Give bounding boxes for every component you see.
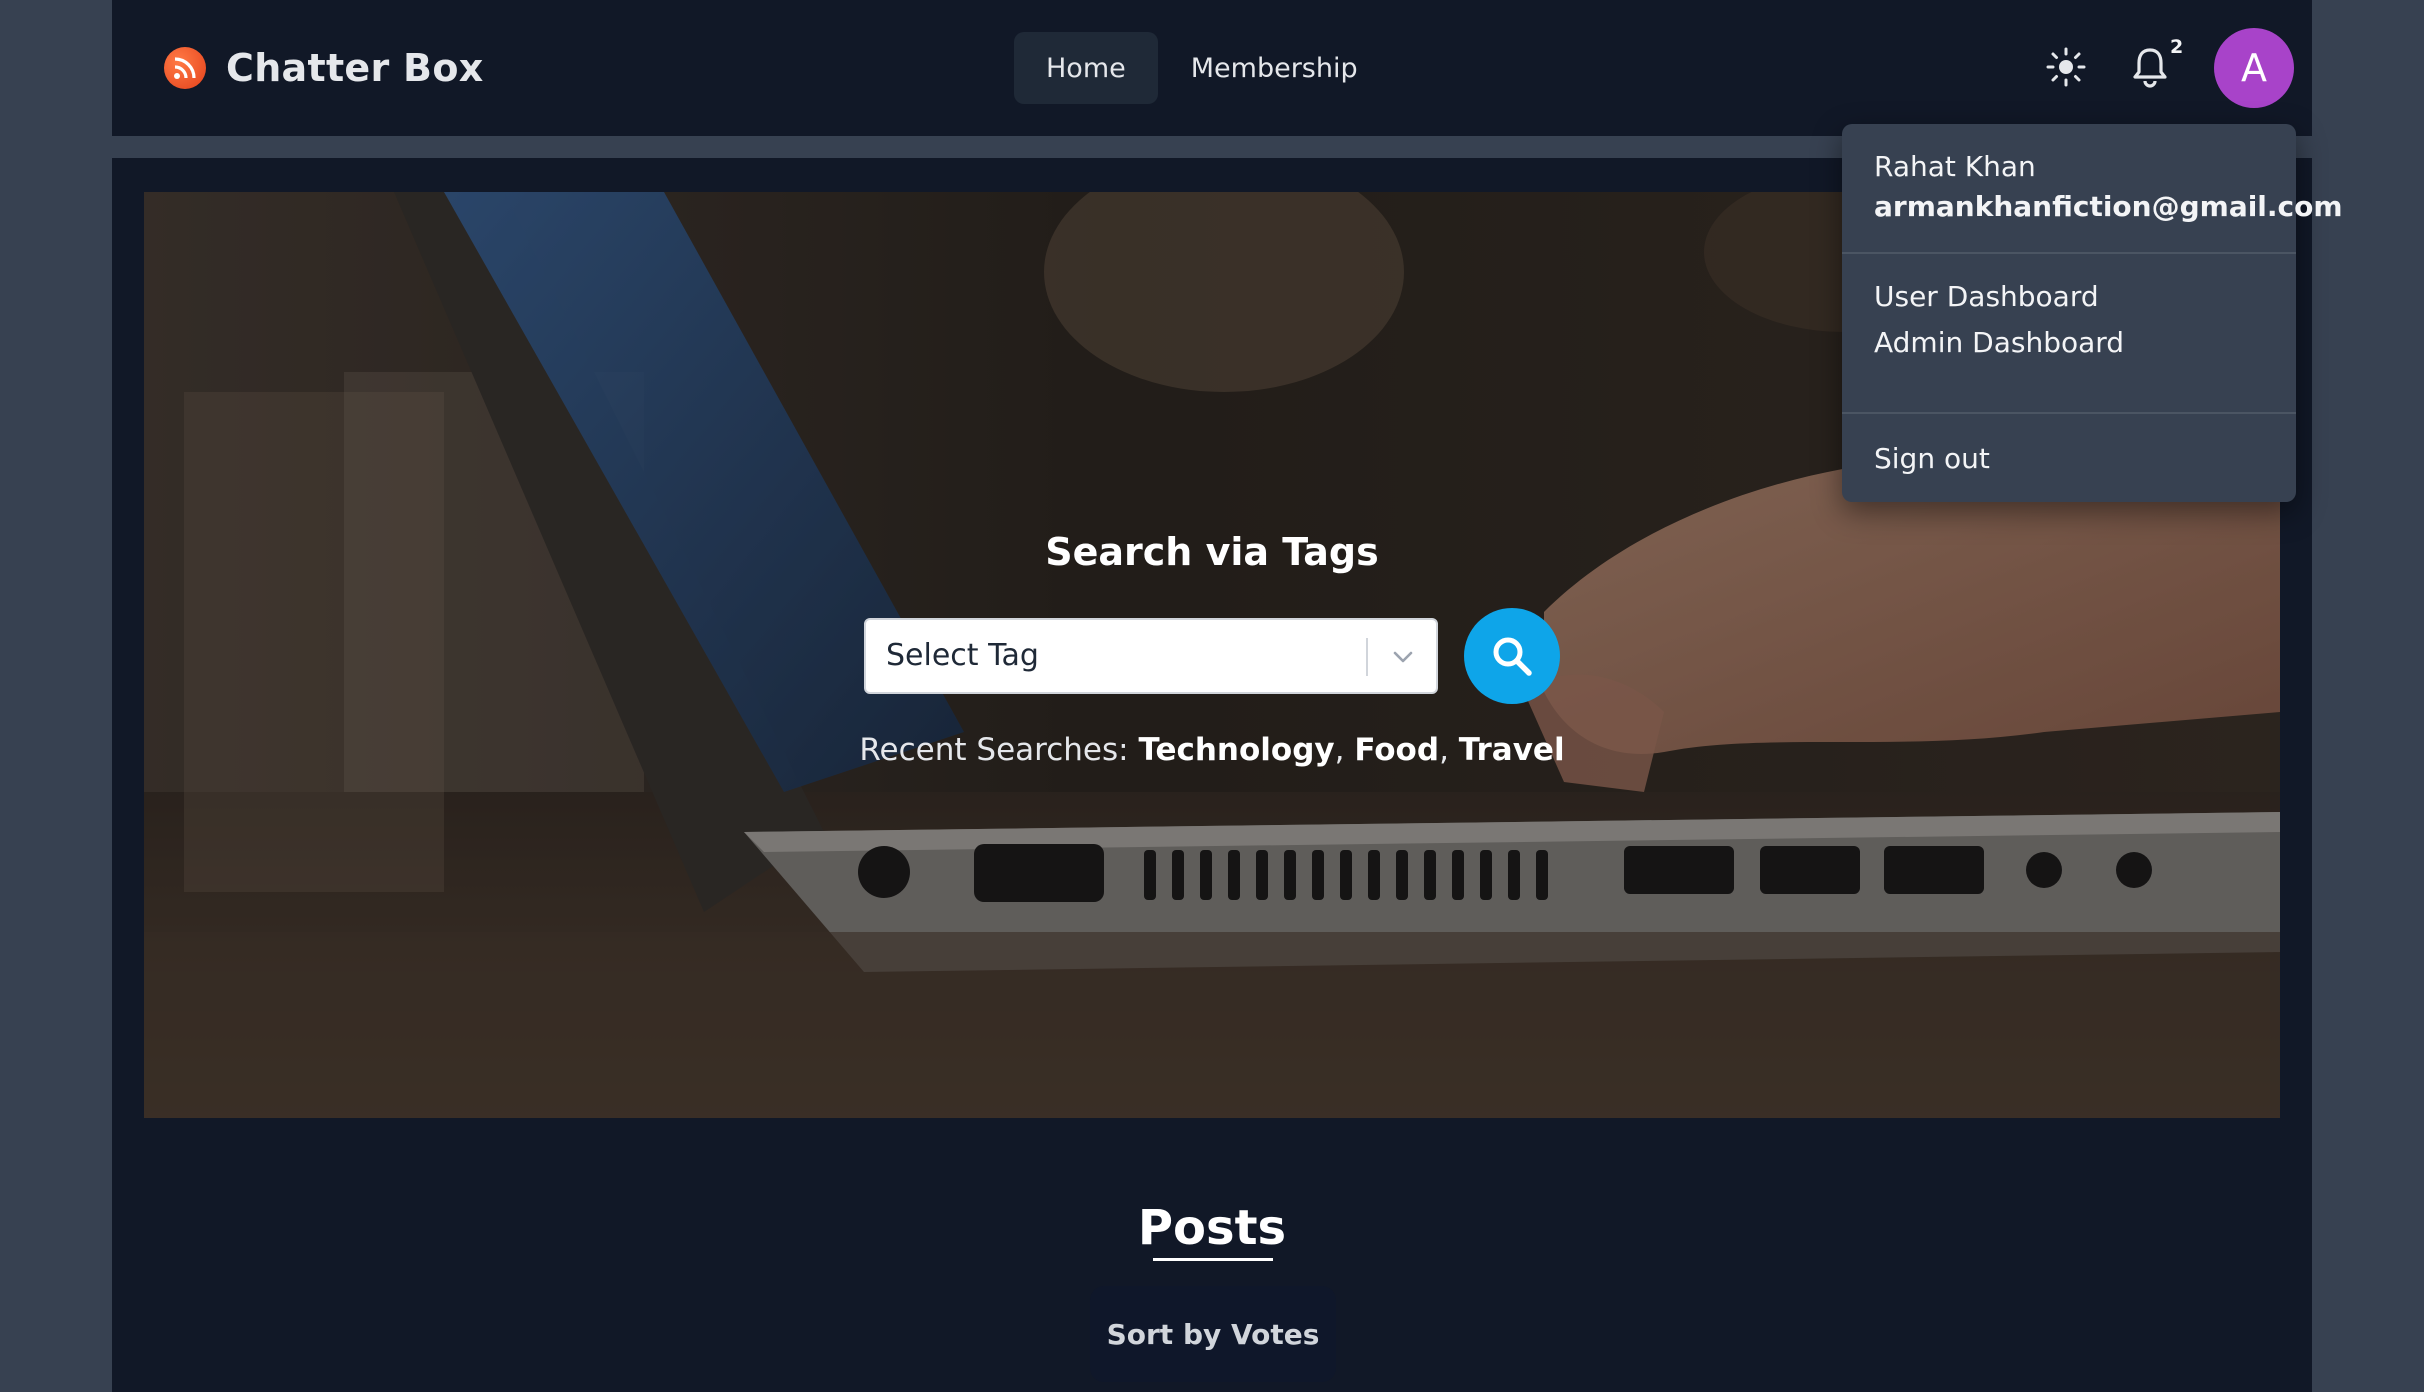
recent-tag-travel[interactable]: Travel [1459, 732, 1565, 768]
recent-tag-technology[interactable]: Technology [1138, 732, 1334, 768]
brand[interactable]: Chatter Box [164, 44, 484, 92]
search-button[interactable] [1464, 608, 1560, 704]
notification-count: 2 [2170, 36, 2184, 58]
nav-link-home[interactable]: Home [1014, 32, 1158, 104]
user-email: armankhanfiction@gmail.com [1874, 190, 2343, 223]
navbar: Chatter Box Home Membership 2 A [112, 0, 2312, 136]
brand-name: Chatter Box [226, 46, 484, 90]
recent-searches-label: Recent Searches: [859, 732, 1129, 768]
avatar[interactable]: A [2214, 28, 2294, 108]
menu-divider [1842, 252, 2296, 254]
sort-by-votes-button[interactable]: Sort by Votes [1090, 1286, 1336, 1382]
chevron-down-icon[interactable] [1388, 642, 1418, 672]
main-nav: Home Membership [1014, 32, 1390, 104]
tag-select[interactable]: Select Tag [864, 618, 1438, 694]
bell-icon [2133, 48, 2167, 88]
user-name: Rahat Khan [1874, 150, 2036, 183]
menu-item-admin-dashboard[interactable]: Admin Dashboard [1874, 326, 2124, 359]
nav-link-membership[interactable]: Membership [1159, 32, 1390, 104]
sun-icon[interactable] [2046, 47, 2086, 87]
recent-searches: Recent Searches: Technology, Food, Trave… [859, 732, 1565, 768]
menu-divider [1842, 412, 2296, 414]
tag-select-placeholder: Select Tag [886, 638, 1039, 673]
user-dropdown-menu: Rahat Khan armankhanfiction@gmail.com Us… [1842, 124, 2343, 502]
notifications-button[interactable]: 2 [2130, 36, 2183, 94]
posts-heading-underline [1153, 1258, 1273, 1261]
select-separator [1366, 638, 1368, 676]
recent-tag-food[interactable]: Food [1354, 732, 1439, 768]
posts-heading: Posts [1137, 1200, 1287, 1256]
search-icon [1493, 637, 1532, 676]
menu-item-user-dashboard[interactable]: User Dashboard [1874, 280, 2099, 313]
search-title: Search via Tags [1045, 530, 1379, 574]
menu-item-sign-out[interactable]: Sign out [1874, 442, 1990, 475]
rss-feed-icon [164, 47, 206, 89]
